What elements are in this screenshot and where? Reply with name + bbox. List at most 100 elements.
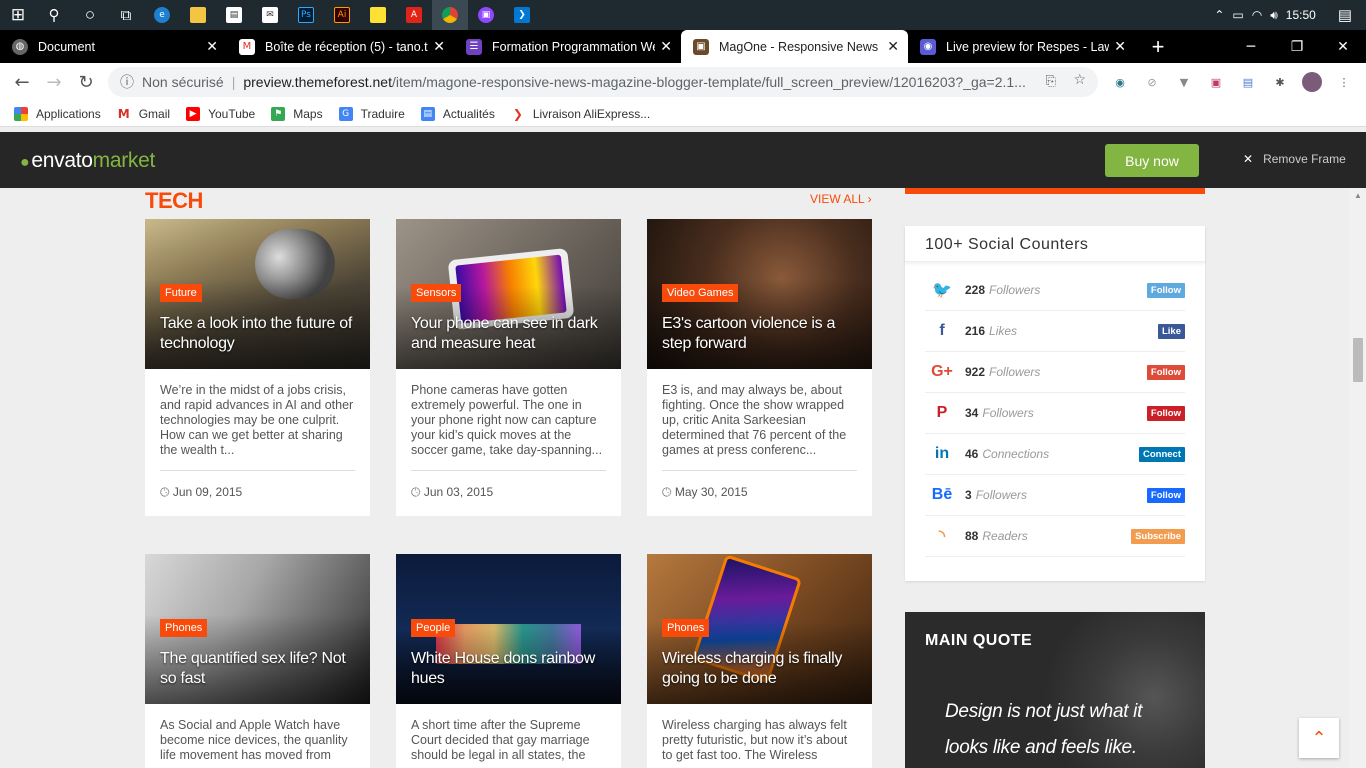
back-to-top-button[interactable]: ⌃ [1299,718,1339,758]
social-counter-row[interactable]: G+ 922 Followers Follow [925,352,1185,393]
address-bar[interactable]: ⓘ Non sécurisé | preview.themeforest.net… [108,67,1098,97]
article-image[interactable]: Phones The quantified sex life? Not so f… [145,554,370,704]
social-counter-row[interactable]: in 46 Connections Connect [925,434,1185,475]
extension-doc-icon[interactable]: ▤ [1238,72,1258,92]
close-tab-icon[interactable]: ✕ [433,39,445,55]
tab-document[interactable]: ◍ Document ✕ [0,30,227,63]
social-action-button[interactable]: Connect [1139,447,1185,462]
close-window-icon[interactable]: ✕ [1320,30,1366,63]
social-counter-row[interactable]: f 216 Likes Like [925,311,1185,352]
view-all-link[interactable]: VIEW ALL › [810,192,872,206]
category-badge[interactable]: Phones [160,619,208,637]
social-counter-row[interactable]: Bē 3 Followers Follow [925,475,1185,516]
social-counter-row[interactable]: P 34 Followers Follow [925,393,1185,434]
page-scrollbar[interactable]: ▲ [1350,188,1366,768]
article-card[interactable]: Future Take a look into the future of te… [145,219,370,516]
article-card[interactable]: Video Games E3's cartoon violence is a s… [647,219,872,516]
close-tab-icon[interactable]: ✕ [887,39,899,55]
acrobat-icon[interactable]: A [396,0,432,30]
extension-compass-icon[interactable]: ⊘ [1142,72,1162,92]
forward-icon[interactable]: → [38,72,70,93]
article-title[interactable]: White House dons rainbow hues [411,649,609,689]
bookmark-maps[interactable]: ⚑ Maps [271,106,323,121]
sticky-notes-icon[interactable] [360,0,396,30]
social-action-button[interactable]: Follow [1146,283,1185,298]
close-tab-icon[interactable]: ✕ [1114,39,1126,55]
file-explorer-icon[interactable] [180,0,216,30]
bookmark-applications[interactable]: Applications [14,106,101,121]
volume-icon[interactable]: 🔊︎ [1270,8,1278,23]
article-image[interactable]: Video Games E3's cartoon violence is a s… [647,219,872,369]
extension-vpn-icon[interactable]: ▼ [1174,72,1194,92]
new-tab-icon[interactable]: + [1145,34,1171,60]
article-image[interactable]: Phones Wireless charging is finally goin… [647,554,872,704]
article-card[interactable]: Sensors Your phone can see in dark and m… [396,219,621,516]
bookmark-youtube[interactable]: ▶ YouTube [186,106,255,121]
article-image[interactable]: People White House dons rainbow hues [396,554,621,704]
profile-avatar[interactable] [1302,72,1322,92]
article-image[interactable]: Sensors Your phone can see in dark and m… [396,219,621,369]
store-icon[interactable]: ▤ [216,0,252,30]
close-tab-icon[interactable]: ✕ [206,39,218,55]
clock[interactable]: 15:50 [1286,8,1316,22]
social-action-button[interactable]: Follow [1146,365,1185,380]
article-title[interactable]: The quantified sex life? Not so fast [160,649,358,689]
close-tab-icon[interactable]: ✕ [660,39,672,55]
restore-icon[interactable]: ❐ [1274,30,1320,63]
article-title[interactable]: Take a look into the future of technolog… [160,314,358,354]
tab-magone[interactable]: ▣ MagOne - Responsive News & M ✕ [681,30,908,63]
bookmark-aliexpress[interactable]: ❯ Livraison AliExpress... [510,106,650,121]
tab-live-preview[interactable]: ◉ Live preview for Respes - Lawy ✕ [908,30,1135,63]
tab-formation[interactable]: ☰ Formation Programmation Web ✕ [454,30,681,63]
extension-eye-icon[interactable]: ◉ [1110,72,1130,92]
social-action-button[interactable]: Like [1157,324,1185,339]
article-image[interactable]: Future Take a look into the future of te… [145,219,370,369]
tab-gmail[interactable]: M Boîte de réception (5) - tano.tano ✕ [227,30,454,63]
edge-icon[interactable]: e [144,0,180,30]
category-badge[interactable]: Future [160,284,202,302]
reload-icon[interactable]: ↻ [70,72,102,93]
translate-icon[interactable]: ⎘ [1046,73,1056,89]
info-icon[interactable]: ⓘ [120,72,134,92]
chevron-up-icon[interactable]: ⌃ [1214,8,1224,22]
social-action-button[interactable]: Follow [1146,406,1185,421]
article-card[interactable]: Phones The quantified sex life? Not so f… [145,554,370,768]
article-card[interactable]: People White House dons rainbow hues A s… [396,554,621,768]
minimize-icon[interactable]: ─ [1228,30,1274,63]
scroll-up-icon[interactable]: ▲ [1350,188,1366,200]
remove-frame-button[interactable]: ✕ Remove Frame [1243,152,1346,166]
back-icon[interactable]: ← [6,72,38,93]
mail-icon[interactable]: ✉ [252,0,288,30]
article-card[interactable]: Phones Wireless charging is finally goin… [647,554,872,768]
chrome-icon[interactable] [432,0,468,30]
category-badge[interactable]: Phones [662,619,710,637]
illustrator-icon[interactable]: Ai [324,0,360,30]
social-action-button[interactable]: Follow [1146,488,1185,503]
task-view-icon[interactable]: ⧉ [108,0,144,30]
photoshop-icon[interactable]: Ps [288,0,324,30]
article-title[interactable]: Wireless charging is finally going to be… [662,649,860,689]
windows-start-icon[interactable]: ⊞ [0,0,36,30]
search-icon[interactable]: ⚲ [36,0,72,30]
social-counter-row[interactable]: ◝ 88 Readers Subscribe [925,516,1185,557]
bookmark-gmail[interactable]: M Gmail [116,106,170,121]
star-icon[interactable]: ☆ [1073,72,1086,88]
cortana-icon[interactable]: ○ [72,0,108,30]
battery-icon[interactable]: ▭ [1232,8,1243,22]
extension-screen-icon[interactable]: ▣ [1206,72,1226,92]
category-badge[interactable]: Sensors [411,284,462,302]
extensions-puzzle-icon[interactable]: ✱ [1270,72,1290,92]
scrollbar-thumb[interactable] [1353,338,1363,382]
social-action-button[interactable]: Subscribe [1131,529,1185,544]
bookmark-traduire[interactable]: G Traduire [338,106,405,121]
wifi-icon[interactable]: ◠ [1252,8,1262,22]
social-counter-row[interactable]: 🐦 228 Followers Follow [925,270,1185,311]
article-title[interactable]: Your phone can see in dark and measure h… [411,314,609,354]
article-title[interactable]: E3's cartoon violence is a step forward [662,314,860,354]
category-badge[interactable]: Video Games [662,284,739,302]
vscode-icon[interactable]: ❯ [504,0,540,30]
notifications-icon[interactable]: ▤ [1338,6,1352,24]
envato-market-logo[interactable]: ●envatomarket [20,149,155,173]
category-badge[interactable]: People [411,619,456,637]
twitch-icon[interactable]: ▣ [468,0,504,30]
